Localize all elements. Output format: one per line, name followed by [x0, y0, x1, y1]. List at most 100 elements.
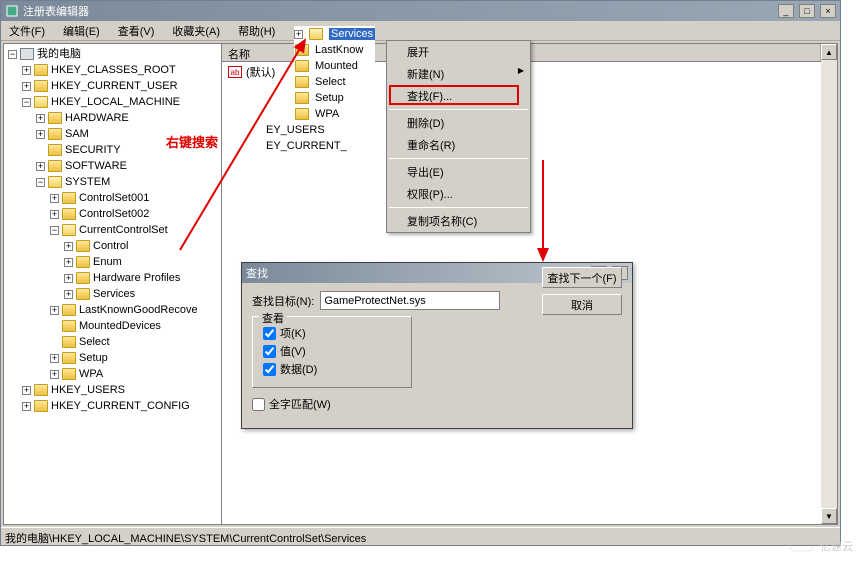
chk-wholeword[interactable]: 全字匹配(W) [252, 396, 622, 412]
minimize-button[interactable]: _ [778, 4, 794, 18]
expander-icon[interactable]: + [22, 402, 31, 411]
scroll-track[interactable] [821, 60, 837, 508]
subtree-wpa[interactable]: WPA [315, 108, 339, 120]
expander-icon[interactable]: + [64, 274, 73, 283]
expander-icon[interactable]: + [50, 194, 59, 203]
tree-lkgr[interactable]: LastKnownGoodRecove [79, 302, 198, 318]
folder-icon [76, 240, 90, 252]
tree-hkcu[interactable]: HKEY_CURRENT_USER [51, 78, 178, 94]
tree-enum[interactable]: Enum [93, 254, 122, 270]
titlebar[interactable]: 注册表编辑器 _ □ × [1, 1, 840, 21]
folder-icon [34, 80, 48, 92]
separator [389, 207, 528, 208]
ctx-expand[interactable]: 展开 [387, 41, 530, 63]
subtree-mounted[interactable]: Mounted [315, 60, 358, 72]
tree-hwprofiles[interactable]: Hardware Profiles [93, 270, 180, 286]
context-menu: 展开 新建(N) 查找(F)... 删除(D) 重命名(R) 导出(E) 权限(… [386, 40, 531, 233]
tree-hkcc[interactable]: HKEY_CURRENT_CONFIG [51, 398, 190, 414]
menu-help[interactable]: 帮助(H) [234, 21, 279, 41]
folder-icon [48, 128, 62, 140]
expander-icon[interactable]: + [36, 130, 45, 139]
ctx-delete[interactable]: 删除(D) [387, 112, 530, 134]
expander-icon[interactable]: + [64, 290, 73, 299]
expander-icon[interactable]: − [8, 50, 17, 59]
tree-security[interactable]: SECURITY [65, 142, 121, 158]
expander-icon[interactable]: − [50, 226, 59, 235]
chk-wholeword-input[interactable] [252, 398, 265, 411]
subtree-services[interactable]: Services [329, 28, 375, 40]
expander-icon[interactable]: + [50, 354, 59, 363]
expander-icon[interactable]: + [50, 370, 59, 379]
folder-icon [62, 368, 76, 380]
folder-icon [62, 320, 76, 332]
maximize-button[interactable]: □ [799, 4, 815, 18]
expander-icon[interactable]: + [22, 386, 31, 395]
ctx-permissions[interactable]: 权限(P)... [387, 183, 530, 205]
find-target-label: 查找目标(N): [252, 293, 314, 309]
chk-key[interactable]: 项(K) [263, 325, 401, 341]
ctx-rename[interactable]: 重命名(R) [387, 134, 530, 156]
folder-icon [62, 208, 76, 220]
subtree-setup[interactable]: Setup [315, 92, 344, 104]
expander-icon[interactable]: + [22, 66, 31, 75]
tree-ccs[interactable]: CurrentControlSet [79, 222, 168, 238]
expander-icon[interactable]: + [64, 258, 73, 267]
scroll-up-button[interactable]: ▲ [821, 44, 837, 60]
separator [389, 109, 528, 110]
tree-pane[interactable]: − 我的电脑 + HKEY_CLASSES_ROOT + HKEY_CURRENT_U… [4, 44, 222, 524]
menu-edit[interactable]: 编辑(E) [59, 21, 104, 41]
tree-services[interactable]: Services [93, 286, 135, 302]
tree-hklm[interactable]: HKEY_LOCAL_MACHINE [51, 94, 180, 110]
find-next-button[interactable]: 查找下一个(F) [542, 267, 622, 288]
folder-icon [62, 336, 76, 348]
menubar: 文件(F) 编辑(E) 查看(V) 收藏夹(A) 帮助(H) [1, 21, 840, 41]
subtree-lastknow[interactable]: LastKnow [315, 44, 363, 56]
tree-select[interactable]: Select [79, 334, 110, 350]
tree-setup[interactable]: Setup [79, 350, 108, 366]
menu-view[interactable]: 查看(V) [114, 21, 159, 41]
find-cancel-button[interactable]: 取消 [542, 294, 622, 315]
tree-system[interactable]: SYSTEM [65, 174, 110, 190]
tree-root[interactable]: 我的电脑 [37, 46, 81, 62]
tree-hku[interactable]: HKEY_USERS [51, 382, 125, 398]
expander-icon[interactable]: − [36, 178, 45, 187]
scroll-down-button[interactable]: ▼ [821, 508, 837, 524]
chk-key-input[interactable] [263, 327, 276, 340]
watermark-text: 亿速云 [820, 538, 853, 554]
tree-cs002[interactable]: ControlSet002 [79, 206, 149, 222]
tree-control[interactable]: Control [93, 238, 128, 254]
menu-file[interactable]: 文件(F) [5, 21, 49, 41]
vertical-scrollbar[interactable]: ▲ ▼ [821, 44, 837, 524]
expander-icon[interactable]: + [36, 162, 45, 171]
tree-sam[interactable]: SAM [65, 126, 89, 142]
chk-value[interactable]: 值(V) [263, 343, 401, 359]
folder-open-icon [309, 28, 323, 40]
ctx-new[interactable]: 新建(N) [387, 63, 530, 85]
chk-data[interactable]: 数据(D) [263, 361, 401, 377]
tree-mounted[interactable]: MountedDevices [79, 318, 161, 334]
expander-icon[interactable]: + [64, 242, 73, 251]
watermark: 亿速云 [788, 537, 853, 555]
menu-favorites[interactable]: 收藏夹(A) [168, 21, 224, 41]
folder-icon [295, 60, 309, 72]
ctx-export[interactable]: 导出(E) [387, 161, 530, 183]
ctx-copykeyname[interactable]: 复制项名称(C) [387, 210, 530, 232]
tree-hardware[interactable]: HARDWARE [65, 110, 129, 126]
expander-icon[interactable]: + [50, 306, 59, 315]
subtree-select[interactable]: Select [315, 76, 346, 88]
chk-value-input[interactable] [263, 345, 276, 358]
ctx-find[interactable]: 查找(F)... [387, 85, 530, 107]
tree-hkcr[interactable]: HKEY_CLASSES_ROOT [51, 62, 176, 78]
expander-icon[interactable]: − [22, 98, 31, 107]
expander-icon[interactable]: + [50, 210, 59, 219]
separator [389, 158, 528, 159]
expander-icon[interactable]: + [294, 30, 303, 39]
tree-cs001[interactable]: ControlSet001 [79, 190, 149, 206]
chk-data-input[interactable] [263, 363, 276, 376]
expander-icon[interactable]: + [22, 82, 31, 91]
close-button[interactable]: × [820, 4, 836, 18]
find-target-input[interactable] [320, 291, 500, 310]
tree-software[interactable]: SOFTWARE [65, 158, 127, 174]
expander-icon[interactable]: + [36, 114, 45, 123]
tree-wpa[interactable]: WPA [79, 366, 103, 382]
